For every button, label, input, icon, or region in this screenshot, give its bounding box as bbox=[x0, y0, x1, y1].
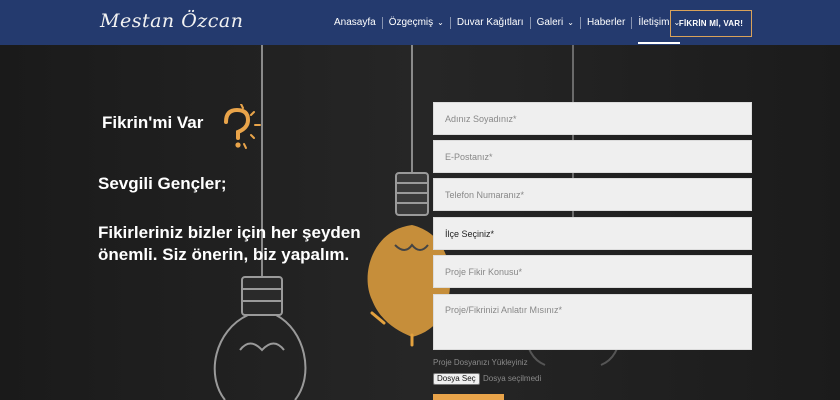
site-header: Mestan Özcan Anasayfa Özgeçmiş ⌄ Duvar Ka… bbox=[0, 0, 840, 45]
topic-input[interactable]: Proje Fikir Konusu* bbox=[433, 255, 752, 288]
brand-title: Fikrin'mi Var bbox=[102, 113, 204, 132]
file-choose-button[interactable]: Dosya Seç bbox=[433, 373, 480, 385]
upload-label: Proje Dosyanızı Yükleyiniz bbox=[433, 358, 528, 367]
nav-item-haberler[interactable]: Haberler bbox=[587, 0, 625, 45]
chevron-down-icon: ⌄ bbox=[567, 18, 574, 27]
name-input[interactable]: Adınız Soyadınız* bbox=[433, 102, 752, 135]
nav-label: Özgeçmiş bbox=[388, 17, 434, 28]
site-logo[interactable]: Mestan Özcan bbox=[100, 10, 243, 32]
submit-button[interactable] bbox=[433, 394, 504, 400]
description-textarea[interactable]: Proje/Fikrinizi Anlatır Mısınız* bbox=[433, 294, 752, 350]
nav-divider bbox=[631, 16, 633, 29]
nav-divider bbox=[381, 16, 383, 29]
nav-item-duvar-kagitlari[interactable]: Duvar Kağıtları bbox=[457, 0, 524, 45]
phone-input[interactable]: Telefon Numaranız* bbox=[433, 178, 752, 211]
nav-label: Haberler bbox=[586, 17, 626, 28]
main-nav: Anasayfa Özgeçmiş ⌄ Duvar Kağıtları Galer… bbox=[334, 0, 680, 45]
idea-cta-button[interactable]: FİKRİN Mİ, VAR! bbox=[670, 10, 752, 37]
nav-label: Galeri bbox=[536, 17, 564, 28]
question-mark-icon bbox=[224, 104, 261, 149]
nav-divider bbox=[449, 16, 451, 29]
district-select[interactable]: İlçe Seçiniz* bbox=[433, 217, 752, 250]
nav-divider bbox=[529, 16, 531, 29]
nav-label: Anasayfa bbox=[334, 17, 376, 28]
nav-item-anasayfa[interactable]: Anasayfa bbox=[334, 0, 376, 45]
nav-label: Duvar Kağıtları bbox=[456, 17, 524, 28]
chevron-down-icon: ⌄ bbox=[437, 18, 444, 27]
nav-item-galeri[interactable]: Galeri ⌄ bbox=[537, 0, 574, 45]
nav-item-ozgecmis[interactable]: Özgeçmiş ⌄ bbox=[389, 0, 444, 45]
nav-divider bbox=[579, 16, 581, 29]
file-status-text: Dosya seçilmedi bbox=[483, 374, 542, 383]
greeting-text: Sevgili Gençler; bbox=[98, 174, 227, 193]
email-input[interactable]: E-Postanız* bbox=[433, 140, 752, 173]
hero-section: Fikrin'mi Var Sevgili Gençler; Fikirleri… bbox=[0, 45, 840, 400]
nav-label: İletişim bbox=[638, 17, 670, 28]
hero-message: Fikirleriniz bizler için her şeyden önem… bbox=[98, 223, 361, 264]
